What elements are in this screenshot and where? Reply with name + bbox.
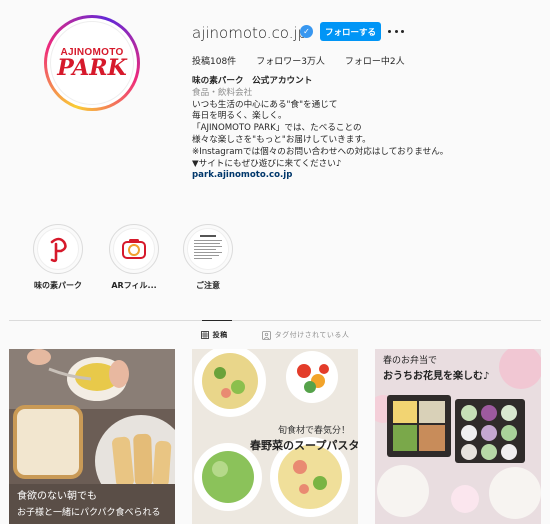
highlight-ar-filter[interactable]: ARフィル... (106, 224, 162, 291)
tagged-person-icon (261, 330, 271, 340)
following-count[interactable]: フォロー中2人 (345, 54, 405, 67)
camera-icon (122, 239, 146, 259)
tab-tagged[interactable]: タグ付けされている人 (261, 330, 350, 340)
profile-avatar[interactable]: AJINOMOTO PARK (44, 15, 140, 111)
active-tab-indicator (202, 320, 232, 321)
bento-photo: 春のお弁当で おうちお花見を楽しむ♪ (375, 349, 541, 524)
bio-line: ▼サイトにもぜひ遊びに来てください♪ (192, 158, 342, 169)
profile-tabs: 投稿 タグ付けされている人 (0, 330, 550, 340)
bio-line: 「AJINOMOTO PARK」では、たべることの (192, 123, 362, 134)
post-caption: お子様と一緒にパクパク食べられる (17, 506, 161, 518)
bio-line: いつも生活の中心にある"食"を通じて (192, 99, 338, 110)
more-options-icon[interactable] (388, 22, 404, 41)
profile-stats: 投稿108件 フォロワー3万人 フォロー中2人 (192, 54, 425, 67)
verified-badge-icon: ✓ (300, 25, 313, 38)
bio-line: 様々な楽しさを"もっと"お届けしていきます。 (192, 134, 371, 145)
profile-username: ajinomoto.co.jp (192, 24, 308, 42)
tab-posts[interactable]: 投稿 (200, 330, 228, 340)
pasta-photo: 旬食材で春気分！ 春野菜のスープパスタ (192, 349, 358, 524)
post-caption: 食欲のない朝でも (17, 489, 97, 502)
profile-category: 食品・飲料会社 (192, 87, 253, 98)
highlight-notice[interactable]: ご注意 (180, 224, 236, 291)
post-caption: おうちお花見を楽しむ♪ (383, 369, 489, 382)
profile-bio: 味の素パーク 公式アカウント 食品・飲料会社 いつも生活の中心にある"食"を通じ… (192, 76, 532, 182)
post-thumbnail[interactable]: 旬食材で春気分！ 春野菜のスープパスタ (192, 349, 358, 524)
post-thumbnail[interactable]: 春のお弁当で おうちお花見を楽しむ♪ (375, 349, 541, 524)
follow-button[interactable]: フォローする (320, 22, 381, 41)
ajinomoto-park-logo: AJINOMOTO PARK (50, 21, 134, 105)
highlight-ajinomoto-park[interactable]: 味の素パーク (30, 224, 86, 291)
profile-website-link[interactable]: park.ajinomoto.co.jp (192, 170, 532, 182)
posts-count: 投稿108件 (192, 57, 237, 67)
bio-line: ※Instagramでは個々のお問い合わせへの対応はしておりません。 (192, 146, 449, 157)
park-logo-icon (50, 237, 67, 263)
section-divider (9, 320, 541, 321)
post-thumbnail[interactable]: 食欲のない朝でも お子様と一緒にパクパク食べられる (9, 349, 175, 524)
bread-soup-photo: 食欲のない朝でも お子様と一緒にパクパク食べられる (9, 349, 175, 524)
followers-count[interactable]: フォロワー3万人 (256, 54, 325, 67)
post-caption: 春のお弁当で (383, 354, 437, 366)
grid-icon (200, 331, 209, 339)
post-caption: 旬食材で春気分！ (278, 424, 350, 436)
notice-document-icon (188, 229, 228, 269)
bio-line: 毎日を明るく、楽しく。 (192, 111, 287, 122)
post-caption: 春野菜のスープパスタ (250, 438, 358, 452)
profile-display-name: 味の素パーク 公式アカウント (192, 76, 313, 86)
